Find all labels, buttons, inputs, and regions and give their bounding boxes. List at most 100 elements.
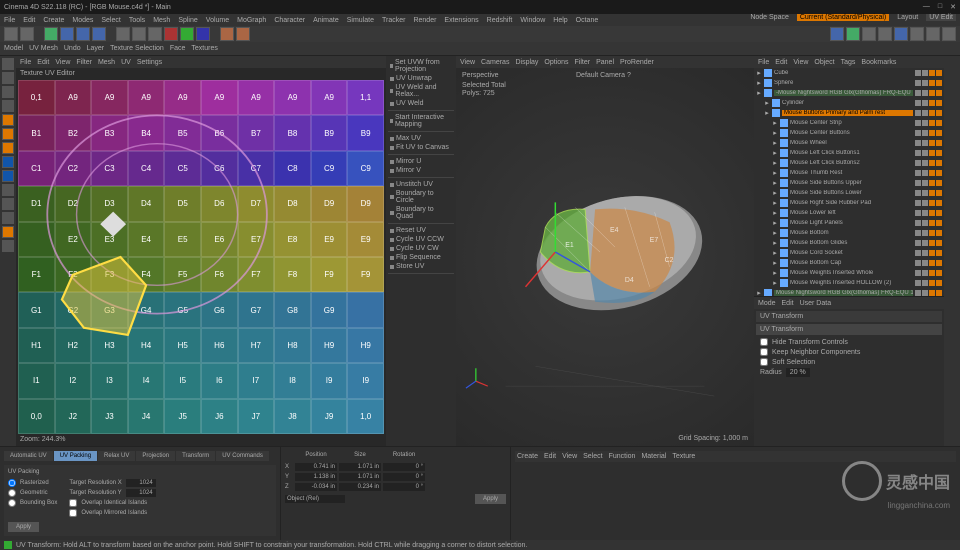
menu-item[interactable]: Texture xyxy=(672,453,695,460)
tab-uv-commands[interactable]: UV Commands xyxy=(216,451,269,461)
x-size[interactable]: 1.071 in xyxy=(339,463,381,471)
menu-item[interactable]: File xyxy=(4,17,15,24)
object-row[interactable]: ▸Mouse Left Click Buttons2 xyxy=(754,158,944,168)
object-row[interactable]: ▸Mouse Cord Socket xyxy=(754,248,944,258)
bbox-radio[interactable] xyxy=(8,499,16,507)
soft-icon[interactable] xyxy=(2,226,14,238)
uv-canvas[interactable]: 0,1A9A9A9A9A9A9A9A91,1B1B2B3B4B5B6B7B8B9… xyxy=(18,80,384,434)
uv-tool-item[interactable]: Mirror U xyxy=(388,157,454,166)
object-row[interactable]: ▸Cylinder xyxy=(754,98,944,108)
uv-tool-item[interactable]: Cycle UV CW xyxy=(388,244,454,253)
menu-item[interactable]: Display xyxy=(515,59,538,66)
select-icon[interactable] xyxy=(44,27,58,41)
mode-icon[interactable] xyxy=(2,100,14,112)
menu-item[interactable]: Panel xyxy=(596,59,614,66)
uv-tool-item[interactable]: Mirror V xyxy=(388,166,454,175)
object-row[interactable]: ▸Mouse Weights Inserted Whole xyxy=(754,268,944,278)
undo-icon[interactable] xyxy=(4,27,18,41)
poly-mode-icon[interactable] xyxy=(2,142,14,154)
menu-item[interactable]: File xyxy=(758,59,769,66)
redo-icon[interactable] xyxy=(20,27,34,41)
uv-tool-item[interactable]: Fit UV to Canvas xyxy=(388,143,454,152)
radius-value[interactable]: 20 % xyxy=(786,368,810,377)
overlap-ident-checkbox[interactable] xyxy=(69,499,77,507)
tab-transform[interactable]: Transform xyxy=(176,451,215,461)
prim-cube-icon[interactable] xyxy=(830,27,844,41)
mode-icon[interactable] xyxy=(2,72,14,84)
x-pos[interactable]: 0.741 in xyxy=(295,463,337,471)
layout-value[interactable]: UV Edit xyxy=(926,14,956,21)
move-icon[interactable] xyxy=(60,27,74,41)
menu-item[interactable]: Spline xyxy=(178,17,197,24)
tool-icon[interactable] xyxy=(132,27,146,41)
object-row[interactable]: ▸Mouse Right Side Rubber Pad xyxy=(754,198,944,208)
menu-item[interactable]: Cameras xyxy=(481,59,509,66)
menu-item[interactable]: MoGraph xyxy=(237,17,266,24)
tab-relax-uv[interactable]: Relax UV xyxy=(98,451,135,461)
menu-item[interactable]: Edit xyxy=(37,59,49,66)
snap-icon[interactable] xyxy=(2,184,14,196)
menu-item[interactable]: File xyxy=(20,59,31,66)
object-row[interactable]: ▸Mouse Bottom Glides xyxy=(754,238,944,248)
prim-spline-icon[interactable] xyxy=(846,27,860,41)
menu-item[interactable]: Settings xyxy=(137,59,162,66)
prim-icon[interactable] xyxy=(862,27,876,41)
menu-item[interactable]: View xyxy=(562,453,577,460)
menu-item[interactable]: Character xyxy=(274,17,305,24)
menu-item[interactable]: View xyxy=(460,59,475,66)
menu-item[interactable]: Tags xyxy=(841,59,856,66)
z-size[interactable]: 0.234 in xyxy=(339,483,381,491)
max-button[interactable]: □ xyxy=(938,3,942,11)
object-row[interactable]: ▸Mouse Wheel xyxy=(754,138,944,148)
menu-item[interactable]: Edit xyxy=(775,59,787,66)
menu-item[interactable]: Create xyxy=(43,17,64,24)
menu-item[interactable]: Redshift xyxy=(487,17,513,24)
uv-tool-item[interactable]: Store UV xyxy=(388,262,454,271)
uv-tool-item[interactable]: Flip Sequence xyxy=(388,253,454,262)
deformer-icon[interactable] xyxy=(894,27,908,41)
tab-uv-packing[interactable]: UV Packing xyxy=(54,451,97,461)
render-settings-icon[interactable] xyxy=(236,27,250,41)
workplane-icon[interactable] xyxy=(2,198,14,210)
tool-icon[interactable] xyxy=(2,240,14,252)
z-rot[interactable]: 0 ° xyxy=(383,483,425,491)
yaxis-icon[interactable] xyxy=(180,27,194,41)
object-row[interactable]: ▸Mouse Side Buttons Upper xyxy=(754,178,944,188)
menu-item[interactable]: Volume xyxy=(206,17,229,24)
render-icon[interactable] xyxy=(220,27,234,41)
close-button[interactable]: ✕ xyxy=(950,3,956,11)
object-row[interactable]: ▸Mouse Side Buttons Lower xyxy=(754,188,944,198)
menu-item[interactable]: Select xyxy=(583,453,602,460)
coord-mode[interactable]: Object (Rel) xyxy=(285,495,345,503)
menu-item[interactable]: Bookmarks xyxy=(861,59,896,66)
menu-item[interactable]: UV xyxy=(121,59,131,66)
menu-item[interactable]: Mesh xyxy=(98,59,115,66)
min-button[interactable]: — xyxy=(923,3,930,11)
rotate-icon[interactable] xyxy=(92,27,106,41)
object-row[interactable]: ▸Mouse Lower left xyxy=(754,208,944,218)
env-icon[interactable] xyxy=(910,27,924,41)
menu-item[interactable]: Simulate xyxy=(347,17,374,24)
overlap-mirror-checkbox[interactable] xyxy=(69,509,77,517)
object-row[interactable]: ▸Mouse Light Panels xyxy=(754,218,944,228)
uv-tool-item[interactable]: Boundary to Quad xyxy=(388,205,454,221)
tab-automatic-uv[interactable]: Automatic UV xyxy=(4,451,53,461)
node-space-value[interactable]: Current (Standard/Physical) xyxy=(797,14,889,21)
uv-tool-item[interactable]: Cycle UV CCW xyxy=(388,235,454,244)
menu-item[interactable]: View xyxy=(793,59,808,66)
object-row[interactable]: ▸Mouse Bottom Cap xyxy=(754,258,944,268)
xaxis-icon[interactable] xyxy=(164,27,178,41)
menu-item[interactable]: Function xyxy=(609,453,636,460)
uv-tool-item[interactable]: Unstitch UV xyxy=(388,180,454,189)
menu-item[interactable]: User Data xyxy=(800,300,832,307)
menu-item[interactable]: Textures xyxy=(191,45,217,52)
mode-icon[interactable] xyxy=(2,86,14,98)
menu-item[interactable]: Filter xyxy=(76,59,92,66)
y-pos[interactable]: 1.138 in xyxy=(295,473,337,481)
menu-item[interactable]: Undo xyxy=(64,45,81,52)
geometric-radio[interactable] xyxy=(8,489,16,497)
menu-item[interactable]: Create xyxy=(517,453,538,460)
prim-icon[interactable] xyxy=(878,27,892,41)
menu-item[interactable]: Options xyxy=(544,59,568,66)
scale-icon[interactable] xyxy=(76,27,90,41)
